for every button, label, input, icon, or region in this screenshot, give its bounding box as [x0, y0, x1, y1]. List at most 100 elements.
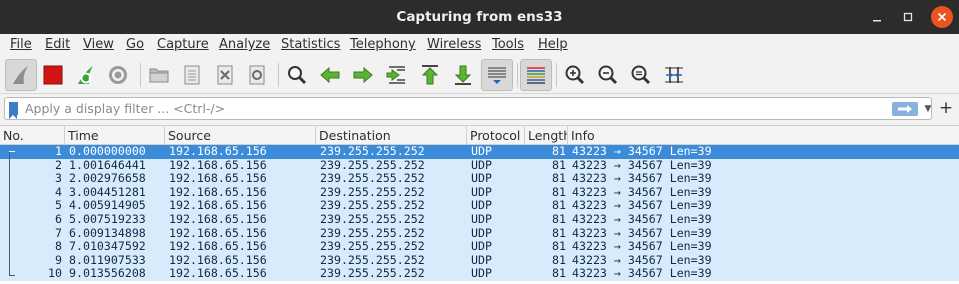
table-row[interactable]: 2 1.001646441 192.168.65.156 239.255.255.25…	[0, 157, 959, 173]
maximize-button[interactable]	[897, 6, 919, 28]
packet-cell-length: 81	[552, 157, 566, 172]
menu-tools[interactable]: Tools	[492, 37, 524, 52]
minimize-button[interactable]	[866, 6, 888, 28]
find-packet-icon	[288, 66, 307, 85]
menu-wireless[interactable]: Wireless	[427, 37, 481, 52]
packet-cell-source: 192.168.65.156	[169, 171, 267, 186]
go-first-packet-button[interactable]	[414, 59, 446, 91]
restart-capture-button[interactable]	[70, 59, 102, 91]
column-header-source[interactable]: Source	[165, 126, 316, 145]
auto-scroll-button[interactable]	[481, 59, 513, 91]
minimize-icon	[873, 20, 881, 22]
menu-tools-label: Tools	[492, 37, 525, 52]
packet-cell-info: 43223 → 34567 Len=39	[572, 198, 712, 213]
packet-cell-source: 192.168.65.156	[169, 212, 267, 226]
menu-edit[interactable]: Edit	[45, 37, 70, 52]
menu-edit-label: Edit	[45, 37, 71, 52]
table-row[interactable]: 10 9.013556208 192.168.65.156 239.255.255.2…	[0, 267, 959, 281]
packet-cell-info: 43223 → 34567 Len=39	[572, 157, 712, 172]
table-row[interactable]: 5 4.005914905 192.168.65.156 239.255.255.25…	[0, 199, 959, 213]
chevron-down-icon[interactable]: ▼	[923, 101, 933, 117]
close-icon	[937, 12, 947, 22]
go-forward-button[interactable]	[347, 59, 379, 91]
table-row[interactable]: 1 0.000000000 192.168.65.156 239.255.255.25…	[0, 144, 959, 159]
close-file-icon	[217, 65, 233, 85]
packet-cell-info: 43223 → 34567 Len=39	[572, 239, 712, 254]
table-row[interactable]: 6 5.007519233 192.168.65.156 239.255.255.25…	[0, 212, 959, 227]
filter-placeholder: Apply a display filter ... <Ctrl-/>	[25, 101, 226, 116]
resize-columns-button[interactable]	[658, 59, 690, 91]
go-last-packet-button[interactable]	[447, 59, 479, 91]
bookmark-icon[interactable]	[9, 102, 18, 119]
packet-cell-info: 43223 → 34567 Len=39	[572, 212, 712, 226]
stop-capture-button[interactable]	[37, 59, 69, 91]
column-header-destination[interactable]: Destination	[316, 126, 467, 145]
window-title: Capturing from ens33	[396, 9, 563, 25]
packet-cell-destination: 239.255.255.252	[320, 144, 425, 158]
packet-cell-destination: 239.255.255.252	[320, 171, 425, 186]
packet-cell-source: 192.168.65.156	[169, 239, 267, 254]
menu-analyze[interactable]: Analyze	[219, 37, 270, 52]
table-row[interactable]: 7 6.009134898 192.168.65.156 239.255.255.25…	[0, 225, 959, 241]
packet-cell-time: 4.005914905	[69, 198, 146, 213]
packet-cell-protocol: UDP	[471, 225, 492, 240]
packet-cell-time: 7.010347592	[69, 239, 146, 254]
packet-cell-destination: 239.255.255.252	[320, 184, 425, 199]
normal-size-button[interactable]	[625, 59, 657, 91]
display-filter-input[interactable]: Apply a display filter ... <Ctrl-/> ▼	[4, 97, 932, 120]
column-header-no[interactable]: No.	[0, 126, 65, 145]
packet-cell-time: 1.001646441	[69, 157, 146, 172]
reload-file-button[interactable]	[241, 59, 273, 91]
resize-columns-icon	[665, 67, 683, 83]
open-file-button[interactable]	[143, 59, 175, 91]
table-row[interactable]: 9 8.011907533 192.168.65.156 239.255.255.25…	[0, 252, 959, 268]
packet-cell-length: 81	[552, 144, 566, 158]
find-packet-button[interactable]	[281, 59, 313, 91]
zoom-in-button[interactable]	[559, 59, 591, 91]
colorize-button[interactable]	[520, 59, 552, 91]
zoom-in-icon	[565, 65, 585, 85]
table-row[interactable]: 3 2.002976658 192.168.65.156 239.255.255.25…	[0, 172, 959, 186]
menu-help[interactable]: Help	[538, 37, 568, 52]
menu-file[interactable]: File	[10, 37, 32, 52]
save-file-button[interactable]	[176, 59, 208, 91]
packet-cell-length: 81	[552, 184, 566, 199]
capture-options-button[interactable]	[102, 59, 134, 91]
table-row[interactable]: 4 3.004451281 192.168.65.156 239.255.255.25…	[0, 184, 959, 200]
column-header-time[interactable]: Time	[65, 126, 165, 145]
menu-capture[interactable]: Capture	[157, 37, 209, 52]
packet-cell-destination: 239.255.255.252	[320, 225, 425, 240]
packet-cell-length: 81	[552, 198, 566, 213]
close-button[interactable]	[931, 6, 953, 28]
maximize-icon	[903, 12, 913, 22]
go-to-packet-button[interactable]	[381, 59, 413, 91]
menu-view[interactable]: View	[83, 37, 114, 52]
go-back-button[interactable]	[314, 59, 346, 91]
column-header-info[interactable]: Info	[568, 126, 959, 145]
menu-go-label: Go	[126, 37, 145, 52]
packet-cell-protocol: UDP	[471, 184, 492, 199]
table-row[interactable]: 8 7.010347592 192.168.65.156 239.255.255.25…	[0, 240, 959, 254]
zoom-out-button[interactable]	[592, 59, 624, 91]
menu-telephony[interactable]: Telephony	[350, 37, 416, 52]
column-header-protocol[interactable]: Protocol	[467, 126, 525, 145]
add-filter-button[interactable]: +	[938, 97, 954, 120]
packet-cell-destination: 239.255.255.252	[320, 239, 425, 254]
packet-cell-time: 5.007519233	[69, 212, 146, 226]
start-capture-button[interactable]	[5, 59, 37, 91]
close-file-button[interactable]	[209, 59, 241, 91]
menu-statistics[interactable]: Statistics	[281, 37, 340, 52]
column-header-length[interactable]: Length	[525, 126, 568, 145]
packet-cell-protocol: UDP	[471, 198, 492, 213]
display-filter-bar: Apply a display filter ... <Ctrl-/> ▼ +	[0, 97, 959, 121]
shark-fin-start-icon	[13, 66, 28, 84]
packet-cell-length: 81	[552, 239, 566, 254]
menu-telephony-label: Telephony	[350, 37, 416, 52]
packet-list-header: No. Time Source Destination Protocol Len…	[0, 126, 959, 145]
packet-cell-source: 192.168.65.156	[169, 157, 267, 172]
packet-cell-length: 81	[552, 252, 566, 267]
menu-go[interactable]: Go	[126, 37, 144, 52]
apply-filter-button[interactable]	[892, 102, 918, 116]
go-first-packet-icon	[421, 65, 439, 85]
packet-cell-time: 2.002976658	[69, 171, 146, 186]
